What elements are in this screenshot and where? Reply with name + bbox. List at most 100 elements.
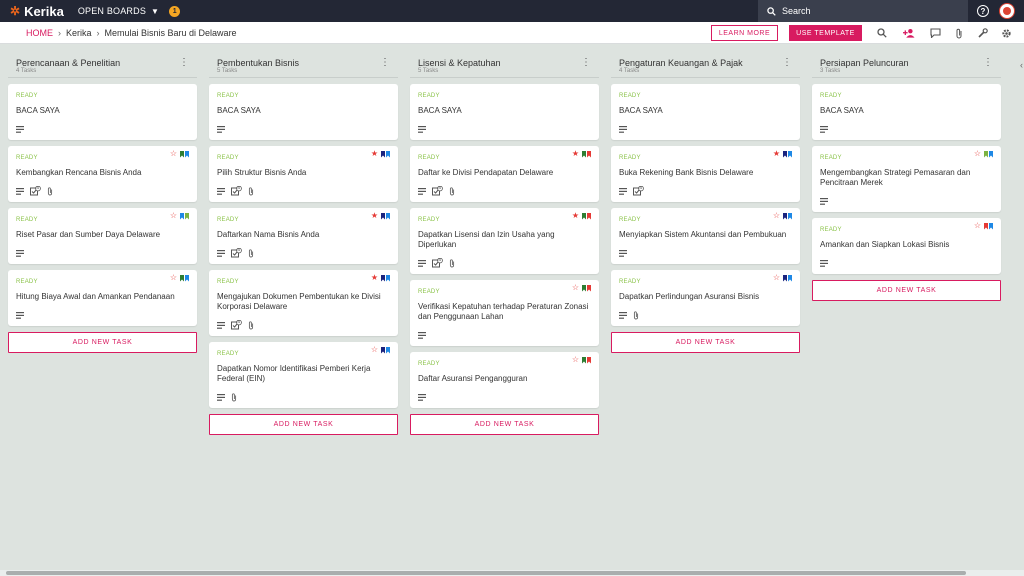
column-title[interactable]: Pembentukan Bisnis [217, 58, 299, 68]
more-vertical-icon[interactable]: ⋮ [983, 58, 993, 68]
horizontal-scrollbar[interactable] [0, 570, 1024, 576]
task-card[interactable]: ☆ READY Daftar Asuransi Pengangguran [410, 352, 599, 408]
star-outline-icon[interactable]: ☆ [974, 222, 981, 230]
star-filled-icon[interactable]: ★ [572, 150, 579, 158]
settings-icon[interactable] [1000, 27, 1012, 39]
task-title[interactable]: Pilih Struktur Bisnis Anda [217, 168, 390, 178]
star-filled-icon[interactable]: ★ [371, 212, 378, 220]
add-new-task-button[interactable]: ADD NEW TASK [209, 414, 398, 435]
task-card[interactable]: ★ READY Dapatkan Lisensi dan Izin Usaha ya… [410, 208, 599, 274]
task-title[interactable]: Dapatkan Nomor Identifikasi Pemberi Kerj… [217, 364, 390, 384]
task-card[interactable]: ☆ READY Mengembangkan Strategi Pemasaran d… [812, 146, 1001, 212]
more-vertical-icon[interactable]: ⋮ [380, 58, 390, 68]
task-card[interactable]: READY BACA SAYA [611, 84, 800, 140]
task-title[interactable]: Daftarkan Nama Bisnis Anda [217, 230, 390, 240]
attachment-icon[interactable] [231, 392, 237, 402]
search-input[interactable]: Search [758, 0, 968, 22]
add-person-icon[interactable] [903, 27, 915, 39]
task-title[interactable]: Mengembangkan Strategi Pemasaran dan Pen… [820, 168, 993, 188]
task-card[interactable]: ☆ READY Riset Pasar dan Sumber Daya Delawa… [8, 208, 197, 264]
task-card[interactable]: ★ READY Buka Rekening Bank Bisnis Delaware… [611, 146, 800, 202]
star-outline-icon[interactable]: ☆ [170, 274, 177, 282]
breadcrumb-home[interactable]: HOME [26, 28, 53, 38]
task-title[interactable]: Amankan dan Siapkan Lokasi Bisnis [820, 240, 993, 250]
task-card[interactable]: ★ READY Pilih Struktur Bisnis Anda 4 [209, 146, 398, 202]
attachment-icon[interactable] [449, 258, 455, 268]
star-filled-icon[interactable]: ★ [773, 150, 780, 158]
more-vertical-icon[interactable]: ⋮ [581, 58, 591, 68]
checklist-icon[interactable]: 4 [432, 185, 443, 196]
search-icon[interactable] [876, 27, 888, 39]
task-card[interactable]: ☆ READY Kembangkan Rencana Bisnis Anda 4 [8, 146, 197, 202]
attachment-icon[interactable] [633, 310, 639, 320]
add-new-task-button[interactable]: ADD NEW TASK [611, 332, 800, 353]
task-card[interactable]: ★ READY Daftarkan Nama Bisnis Anda 4 [209, 208, 398, 264]
task-title[interactable]: Dapatkan Lisensi dan Izin Usaha yang Dip… [418, 230, 591, 250]
star-outline-icon[interactable]: ☆ [170, 212, 177, 220]
task-card[interactable]: READY BACA SAYA [8, 84, 197, 140]
star-filled-icon[interactable]: ★ [572, 212, 579, 220]
chat-icon[interactable] [929, 27, 941, 39]
checklist-icon[interactable]: 4 [30, 185, 41, 196]
attachment-icon[interactable] [248, 186, 254, 196]
column-title[interactable]: Persiapan Peluncuran [820, 58, 909, 68]
star-filled-icon[interactable]: ★ [371, 150, 378, 158]
star-outline-icon[interactable]: ☆ [974, 150, 981, 158]
learn-more-button[interactable]: LEARN MORE [711, 25, 778, 41]
task-title[interactable]: Dapatkan Perlindungan Asuransi Bisnis [619, 292, 792, 302]
column-title[interactable]: Pengaturan Keuangan & Pajak [619, 58, 743, 68]
open-boards-menu[interactable]: OPEN BOARDS ▼ [78, 6, 159, 16]
checklist-icon[interactable]: 4 [231, 185, 242, 196]
attachment-icon[interactable] [248, 248, 254, 258]
column-title[interactable]: Lisensi & Kepatuhan [418, 58, 501, 68]
task-card[interactable]: ☆ READY Hitung Biaya Awal dan Amankan Pend… [8, 270, 197, 326]
use-template-button[interactable]: USE TEMPLATE [789, 25, 862, 41]
task-title[interactable]: BACA SAYA [418, 106, 591, 116]
task-title[interactable]: Daftar Asuransi Pengangguran [418, 374, 591, 384]
attachment-icon[interactable] [449, 186, 455, 196]
breadcrumb-item-kerika[interactable]: Kerika [66, 28, 92, 38]
checklist-icon[interactable]: 4 [633, 185, 644, 196]
task-title[interactable]: BACA SAYA [619, 106, 792, 116]
add-new-task-button[interactable]: ADD NEW TASK [812, 280, 1001, 301]
task-card[interactable]: ★ READY Daftar ke Divisi Pendapatan Delawa… [410, 146, 599, 202]
avatar[interactable] [999, 3, 1015, 19]
task-card[interactable]: ☆ READY Verifikasi Kepatuhan terhadap Pera… [410, 280, 599, 346]
task-card[interactable]: ☆ READY Menyiapkan Sistem Akuntansi dan Pe… [611, 208, 800, 264]
task-title[interactable]: Riset Pasar dan Sumber Daya Delaware [16, 230, 189, 240]
task-title[interactable]: Hitung Biaya Awal dan Amankan Pendanaan [16, 292, 189, 302]
task-card[interactable]: ☆ READY Dapatkan Nomor Identifikasi Pember… [209, 342, 398, 408]
help-icon[interactable]: ? [977, 5, 989, 17]
star-outline-icon[interactable]: ☆ [371, 346, 378, 354]
task-title[interactable]: Menyiapkan Sistem Akuntansi dan Pembukua… [619, 230, 792, 240]
star-outline-icon[interactable]: ☆ [170, 150, 177, 158]
task-card[interactable]: READY BACA SAYA [812, 84, 1001, 140]
task-title[interactable]: BACA SAYA [16, 106, 189, 116]
task-card[interactable]: ☆ READY Dapatkan Perlindungan Asuransi Bis… [611, 270, 800, 326]
attachment-icon[interactable] [47, 186, 53, 196]
checklist-icon[interactable]: 4 [432, 257, 443, 268]
attachment-icon[interactable] [953, 27, 965, 39]
attachment-icon[interactable] [248, 320, 254, 330]
star-outline-icon[interactable]: ☆ [572, 356, 579, 364]
star-filled-icon[interactable]: ★ [371, 274, 378, 282]
more-vertical-icon[interactable]: ⋮ [179, 58, 189, 68]
task-title[interactable]: BACA SAYA [820, 106, 993, 116]
add-new-task-button[interactable]: ADD NEW TASK [8, 332, 197, 353]
checklist-icon[interactable]: 4 [231, 319, 242, 330]
task-title[interactable]: Buka Rekening Bank Bisnis Delaware [619, 168, 792, 178]
task-card[interactable]: READY BACA SAYA [209, 84, 398, 140]
task-title[interactable]: Kembangkan Rencana Bisnis Anda [16, 168, 189, 178]
task-card[interactable]: READY BACA SAYA [410, 84, 599, 140]
star-outline-icon[interactable]: ☆ [773, 212, 780, 220]
notification-badge[interactable]: 1 [169, 5, 181, 17]
column-title[interactable]: Perencanaan & Penelitian [16, 58, 120, 68]
task-card[interactable]: ★ READY Mengajukan Dokumen Pembentukan ke … [209, 270, 398, 336]
star-outline-icon[interactable]: ☆ [773, 274, 780, 282]
task-title[interactable]: BACA SAYA [217, 106, 390, 116]
tools-icon[interactable] [977, 27, 989, 39]
task-title[interactable]: Daftar ke Divisi Pendapatan Delaware [418, 168, 591, 178]
checklist-icon[interactable]: 4 [231, 247, 242, 258]
more-vertical-icon[interactable]: ⋮ [782, 58, 792, 68]
add-new-task-button[interactable]: ADD NEW TASK [410, 414, 599, 435]
